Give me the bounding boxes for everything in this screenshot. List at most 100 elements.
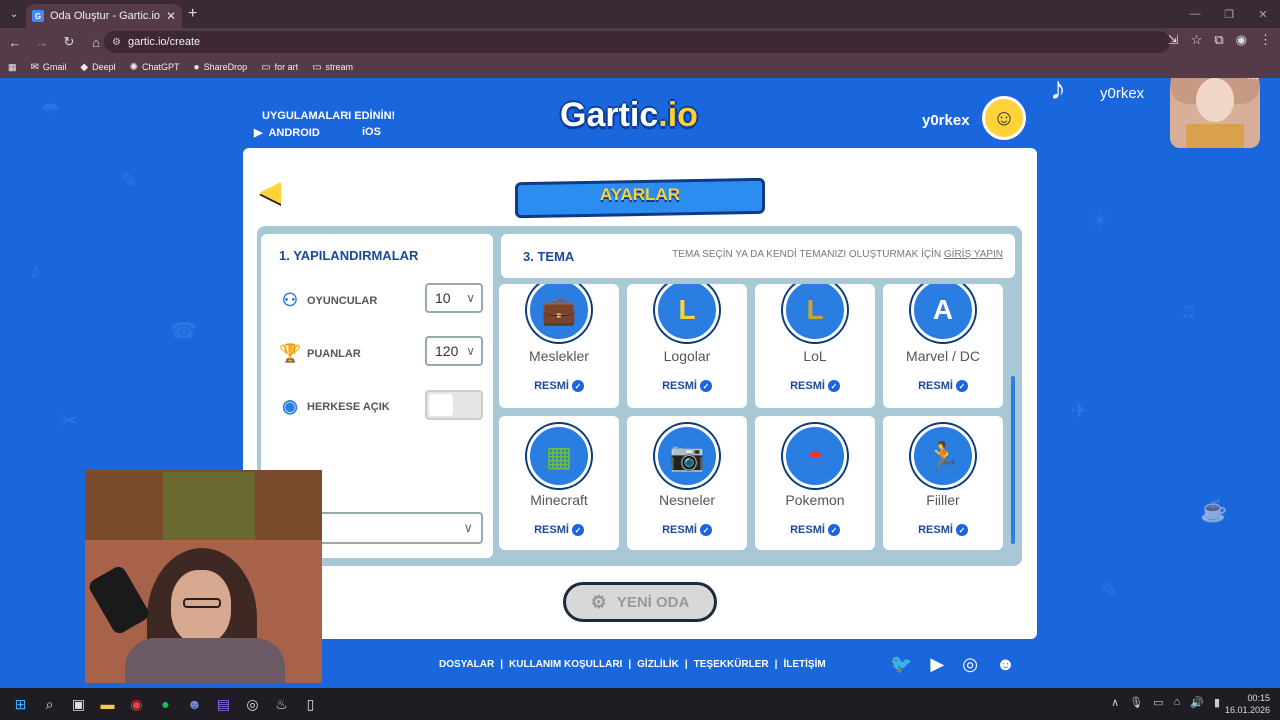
android-link[interactable]: ▶ ANDROID (254, 126, 320, 140)
site-info-icon[interactable]: ⚙ (112, 37, 121, 48)
search-icon[interactable]: ⌕ (35, 688, 64, 720)
apps-grid-icon[interactable]: ▦ (8, 62, 17, 73)
epic-games-icon[interactable]: ▯ (296, 688, 325, 720)
browser-tab[interactable]: G Oda Oluştur - Gartic.io ✕ (26, 4, 182, 28)
points-label: PUANLAR (307, 347, 361, 360)
theme-tile-nesneler[interactable]: 📷 Nesneler RESMİ ✓ (627, 416, 747, 550)
gartic-logo[interactable]: Gartic.io (560, 96, 698, 135)
spotify-icon[interactable]: ● (151, 688, 180, 720)
url-field[interactable]: ⚙ gartic.io/create (104, 31, 1170, 53)
check-icon: ✓ (699, 380, 712, 393)
deepl-icon: ◆ (80, 61, 89, 73)
back-arrow-icon[interactable] (259, 182, 281, 204)
official-badge: RESMİ ✓ (755, 380, 875, 393)
grass-block-icon: ▦ (527, 424, 591, 488)
doodle-pattern-icon: ♪ (30, 258, 41, 283)
twitter-icon[interactable]: 🐦 (890, 654, 912, 675)
volume-icon[interactable]: 🔊 (1190, 696, 1204, 709)
footer-link-terms[interactable]: KULLANIM KOŞULLARI (509, 659, 622, 670)
theme-tile-pokemon[interactable]: ◓ Pokemon RESMİ ✓ (755, 416, 875, 550)
profile-icon[interactable]: ◉ (1236, 32, 1247, 48)
official-badge: RESMİ ✓ (499, 524, 619, 537)
bookmark-sharedrop[interactable]: ● ShareDrop (194, 62, 248, 73)
public-toggle[interactable] (425, 390, 483, 420)
display-icon[interactable]: ▭ (1153, 696, 1163, 709)
public-label: HERKESE AÇIK (307, 400, 390, 413)
logo-icon: L (655, 284, 719, 342)
bookmark-chatgpt[interactable]: ✺ ChatGPT (130, 62, 180, 73)
footer-link-files[interactable]: DOSYALAR (439, 659, 494, 670)
forward-icon[interactable]: → (30, 30, 54, 54)
network-icon[interactable]: ⌂ (1174, 696, 1181, 709)
login-link[interactable]: GİRİŞ YAPIN (944, 249, 1003, 260)
bookmark-gmail[interactable]: ✉ Gmail (31, 62, 67, 73)
official-badge: RESMİ ✓ (627, 380, 747, 393)
youtube-icon[interactable]: ▶ (930, 654, 944, 675)
microphone-icon[interactable]: 🎙 (1129, 696, 1143, 709)
points-value: 120 (435, 343, 459, 359)
install-app-icon[interactable]: ⇲ (1168, 32, 1179, 48)
discord-app-icon[interactable]: ☻ (180, 688, 209, 720)
tiktok-icon: ♪ (1050, 78, 1066, 106)
players-label: OYUNCULAR (307, 294, 378, 307)
clock[interactable]: 00:15 16.01.2026 (1225, 692, 1270, 716)
players-select[interactable]: 10 ∨ (425, 283, 483, 313)
menu-dots-icon[interactable]: ⋮ (1259, 32, 1272, 48)
points-select[interactable]: 120 ∨ (425, 336, 483, 366)
battery-icon[interactable]: ▮ (1214, 696, 1220, 709)
settings-card: AYARLAR 1. YAPILANDIRMALAR ⚇ OYUNCULAR 1… (243, 148, 1037, 639)
bookmark-folder-for-art[interactable]: ▭ for art (261, 62, 298, 73)
bookmark-deepl[interactable]: ◆ Deepl (80, 62, 115, 73)
app-icon[interactable]: ▤ (209, 688, 238, 720)
reload-icon[interactable]: ↻ (57, 30, 81, 54)
points-row: 🏆 PUANLAR (279, 343, 361, 364)
close-window-icon[interactable]: ✕ (1246, 0, 1280, 28)
discord-icon[interactable]: ☻ (996, 654, 1015, 675)
footer-link-contact[interactable]: İLETİŞİM (783, 659, 825, 670)
avatar[interactable]: ☺ (982, 96, 1026, 140)
new-tab-icon[interactable]: + (188, 5, 197, 23)
minimize-icon[interactable]: — (1178, 0, 1212, 28)
user-icon: ⚇ (281, 290, 299, 310)
window-controls: — ❐ ✕ (1178, 0, 1280, 28)
footer-link-thanks[interactable]: TEŞEKKÜRLER (694, 659, 769, 670)
file-explorer-icon[interactable]: ▬ (93, 688, 122, 720)
obs-icon[interactable]: ◎ (238, 688, 267, 720)
theme-tile-meslekler[interactable]: 💼 Meslekler RESMİ ✓ (499, 284, 619, 408)
theme-header: 3. TEMA TEMA SEÇİN YA DA KENDİ TEMANIZI … (501, 234, 1015, 278)
theme-scrollbar[interactable] (1011, 376, 1015, 544)
tab-search-icon[interactable]: ⌄ (0, 0, 28, 28)
theme-tile-minecraft[interactable]: ▦ Minecraft RESMİ ✓ (499, 416, 619, 550)
footer-link-privacy[interactable]: GİZLİLİK (637, 659, 679, 670)
play-store-icon: ▶ (254, 127, 263, 139)
close-tab-icon[interactable]: ✕ (166, 9, 176, 23)
system-tray: ∧ 🎙 ▭ ⌂ 🔊 ▮ (1111, 696, 1220, 709)
webcam-overlay (85, 470, 322, 683)
chatgpt-icon: ✺ (129, 61, 139, 73)
maximize-icon[interactable]: ❐ (1212, 0, 1246, 28)
check-icon: ✓ (955, 380, 968, 393)
captain-america-icon: A (911, 284, 975, 342)
theme-tile-marvel-dc[interactable]: A Marvel / DC RESMİ ✓ (883, 284, 1003, 408)
bookmark-star-icon[interactable]: ☆ (1191, 32, 1203, 48)
chevron-up-icon[interactable]: ∧ (1111, 696, 1119, 709)
windows-start-icon[interactable]: ⊞ (6, 688, 35, 720)
theme-tile-logolar[interactable]: L Logolar RESMİ ✓ (627, 284, 747, 408)
bookmark-folder-stream[interactable]: ▭ stream (312, 62, 353, 73)
back-icon[interactable]: ← (3, 30, 27, 54)
instagram-icon[interactable]: ◎ (962, 654, 978, 675)
settings-title: AYARLAR (600, 185, 680, 204)
bookmarks-bar: ▦ ✉ Gmail ◆ Deepl ✺ ChatGPT ● ShareDrop ▭ for… (0, 56, 1280, 78)
settings-ribbon: AYARLAR (515, 176, 765, 219)
ios-link[interactable]: iOS (356, 126, 381, 138)
check-icon: ✓ (571, 380, 584, 393)
doodle-pattern-icon: ✈ (1070, 398, 1089, 423)
theme-tile-fiiller[interactable]: 🏃 Fiiller RESMİ ✓ (883, 416, 1003, 550)
theme-tile-lol[interactable]: L LoL RESMİ ✓ (755, 284, 875, 408)
steam-icon[interactable]: ♨ (267, 688, 296, 720)
extensions-icon[interactable]: ⧉ (1214, 32, 1223, 48)
chrome-icon[interactable]: ◉ (122, 688, 151, 720)
task-view-icon[interactable]: ▣ (64, 688, 93, 720)
check-icon: ✓ (827, 524, 840, 537)
new-room-button[interactable]: ⚙ YENİ ODA (563, 582, 717, 622)
